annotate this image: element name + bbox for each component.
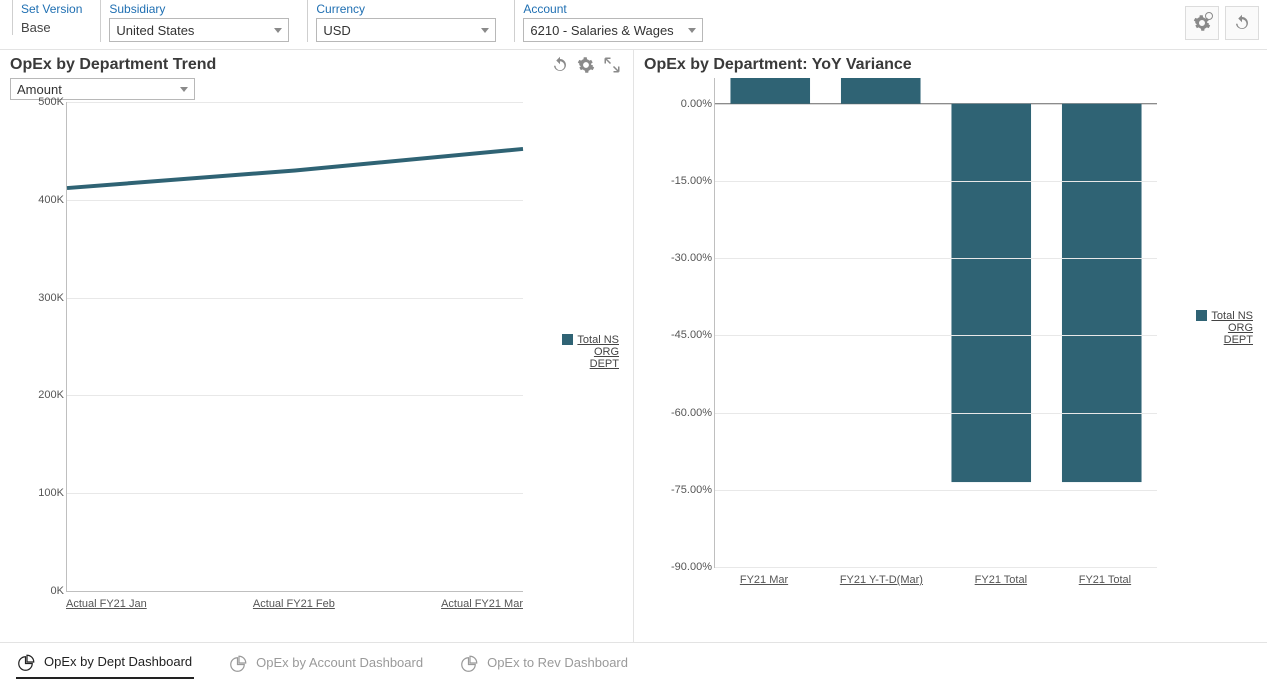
y-tick: 500K: [38, 96, 64, 108]
panel-trend-tools: [551, 56, 621, 74]
y-tick: -90.00%: [671, 561, 712, 573]
filter-account-label: Account: [523, 2, 703, 16]
dashboard-icon: [230, 654, 248, 672]
filter-bar: Set Version Base Subsidiary United State…: [0, 0, 1267, 50]
tab-opex-rev[interactable]: OpEx to Rev Dashboard: [459, 648, 630, 678]
x-tick: Actual FY21 Feb: [253, 598, 335, 616]
y-tick: -60.00%: [671, 407, 712, 419]
y-tick: -45.00%: [671, 329, 712, 341]
currency-select[interactable]: USD: [316, 18, 496, 42]
tab-label: OpEx by Dept Dashboard: [44, 654, 192, 669]
legend-swatch: [562, 334, 573, 345]
x-tick: Actual FY21 Jan: [66, 598, 147, 616]
y-tick: -15.00%: [671, 175, 712, 187]
tab-label: OpEx to Rev Dashboard: [487, 655, 628, 670]
trend-chart: 0K100K200K300K400K500K Actual FY21 JanAc…: [10, 102, 623, 622]
gear-icon: [1193, 14, 1211, 32]
panel-expand-button[interactable]: [603, 56, 621, 74]
y-tick: 400K: [38, 194, 64, 206]
filter-version-label: Set Version: [21, 2, 82, 16]
settings-button[interactable]: [1185, 6, 1219, 40]
trend-plot: [66, 102, 523, 592]
gear-icon: [577, 56, 595, 74]
tab-label: OpEx by Account Dashboard: [256, 655, 423, 670]
panel-refresh-button[interactable]: [551, 56, 569, 74]
trend-legend: Total NS ORG DEPT: [531, 334, 619, 370]
panel-settings-button[interactable]: [577, 56, 595, 74]
variance-x-axis: FY21 Mar FY21 Y-T-D(Mar) FY21 Total FY21 To…: [714, 574, 1157, 592]
variance-legend: Total NS ORG DEPT: [1165, 310, 1253, 346]
trend-x-axis: Actual FY21 Jan Actual FY21 Feb Actual FY2…: [66, 598, 523, 616]
legend-item[interactable]: ORG: [1228, 322, 1253, 334]
trend-y-axis: 0K100K200K300K400K500K: [10, 102, 66, 592]
x-tick: FY21 Total: [1079, 574, 1131, 592]
tab-opex-account[interactable]: OpEx by Account Dashboard: [228, 648, 425, 678]
variance-chart: 0.00% -15.00% -30.00% -45.00% -60.00% -75.00%…: [644, 78, 1257, 598]
account-select[interactable]: 6210 - Salaries & Wages: [523, 18, 703, 42]
refresh-icon: [551, 56, 569, 74]
y-tick: 200K: [38, 389, 64, 401]
legend-swatch: [1196, 310, 1207, 321]
dashboard-icon: [461, 654, 479, 672]
subsidiary-select[interactable]: United States: [109, 18, 289, 42]
y-tick: 0.00%: [681, 98, 712, 110]
panel-trend-title: OpEx by Department Trend: [10, 56, 623, 74]
chevron-down-icon: [481, 28, 489, 33]
legend-item[interactable]: ORG: [594, 346, 619, 358]
refresh-button[interactable]: [1225, 6, 1259, 40]
main: OpEx by Department Trend Amount 0K 100K 20…: [0, 50, 1267, 642]
chevron-down-icon: [688, 28, 696, 33]
refresh-icon: [1233, 14, 1251, 32]
x-tick: Actual FY21 Mar: [441, 598, 523, 616]
variance-plot: [714, 78, 1157, 568]
y-tick: 0K: [51, 585, 64, 597]
x-tick: FY21 Mar: [740, 574, 788, 592]
top-icons: [1185, 6, 1259, 40]
panel-trend: OpEx by Department Trend Amount 0K 100K 20…: [0, 50, 634, 642]
account-select-value: 6210 - Salaries & Wages: [530, 23, 673, 38]
y-tick: 300K: [38, 292, 64, 304]
legend-item[interactable]: Total NS: [577, 334, 619, 346]
chevron-down-icon: [180, 87, 188, 92]
currency-select-value: USD: [323, 23, 350, 38]
filter-version-value[interactable]: Base: [21, 20, 82, 35]
chevron-down-icon: [274, 28, 282, 33]
tab-opex-dept[interactable]: OpEx by Dept Dashboard: [16, 647, 194, 679]
amount-select-value: Amount: [17, 82, 62, 97]
y-tick: 100K: [38, 487, 64, 499]
legend-item[interactable]: DEPT: [590, 358, 619, 370]
expand-icon: [603, 56, 621, 74]
filter-currency-label: Currency: [316, 2, 496, 16]
filter-account: Account 6210 - Salaries & Wages: [514, 0, 703, 42]
x-tick: FY21 Y-T-D(Mar): [840, 574, 923, 592]
filter-subsidiary-label: Subsidiary: [109, 2, 289, 16]
filter-version: Set Version Base: [12, 0, 82, 35]
filter-subsidiary: Subsidiary United States: [100, 0, 289, 42]
y-tick: -30.00%: [671, 252, 712, 264]
panel-variance-title: OpEx by Department: YoY Variance: [644, 56, 1257, 74]
x-tick: FY21 Total: [975, 574, 1027, 592]
y-tick: -75.00%: [671, 484, 712, 496]
subsidiary-select-value: United States: [116, 23, 194, 38]
legend-item[interactable]: DEPT: [1224, 334, 1253, 346]
filter-currency: Currency USD: [307, 0, 496, 42]
dashboard-icon: [18, 653, 36, 671]
legend-item[interactable]: Total NS: [1211, 310, 1253, 322]
dashboard-tabs: OpEx by Dept Dashboard OpEx by Account D…: [0, 642, 1267, 682]
variance-y-axis: 0.00% -15.00% -30.00% -45.00% -60.00% -75.00%…: [644, 78, 714, 568]
panel-variance: OpEx by Department: YoY Variance 0.00% -1…: [634, 50, 1267, 642]
